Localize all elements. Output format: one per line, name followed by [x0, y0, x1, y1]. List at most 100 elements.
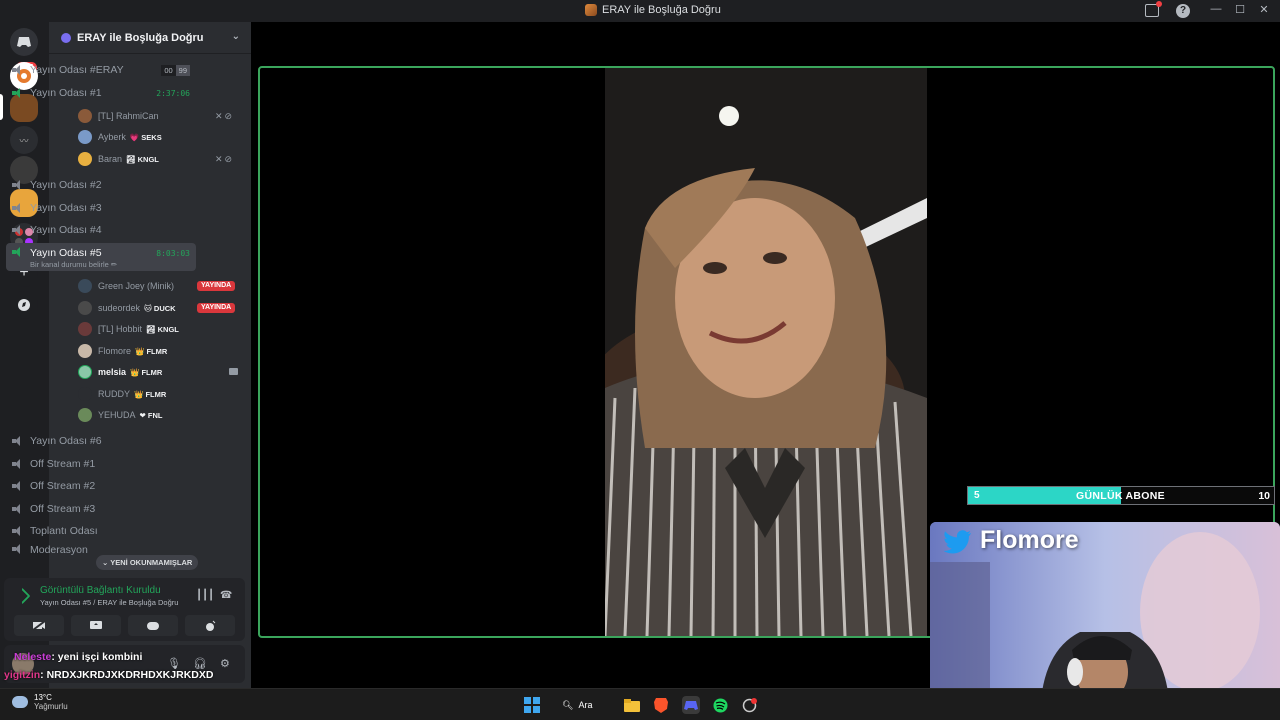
channel-toplanti[interactable]: Toplantı Odası — [6, 521, 196, 541]
maximize-button[interactable]: ☐ — [1228, 3, 1252, 16]
voice-user[interactable]: sudeordek 🐱 DUCK — [78, 299, 176, 317]
search-icon: 🔍︎ — [562, 699, 574, 710]
cloud-icon — [12, 696, 28, 708]
channel-timer: 8:03:03 — [156, 249, 190, 258]
live-badge: YAYINDA — [197, 303, 236, 313]
boost-icon — [61, 32, 71, 43]
weather-widget[interactable]: 13°C Yağmurlu — [12, 693, 68, 711]
close-button[interactable]: ✕ — [1252, 3, 1276, 16]
streamer-handle: Flomore — [980, 526, 1079, 554]
participant-video[interactable] — [605, 68, 927, 636]
spotify-icon[interactable] — [711, 696, 729, 714]
channel-yayin-eray[interactable]: Yayın Odası #ERAY 00 99 — [6, 60, 196, 80]
minimize-button[interactable]: — — [1204, 3, 1228, 16]
speaker-icon — [12, 203, 24, 213]
channel-yayin-5[interactable]: Yayın Odası #5 8:03:03 Bir kanal durumu … — [6, 243, 196, 271]
inbox-icon[interactable] — [1145, 1, 1162, 17]
disconnect-icon[interactable]: ☎ — [220, 590, 232, 601]
sub-goal-bar: 5 GÜNLÜK ABONE 10 — [967, 486, 1275, 505]
chevron-down-icon: ⌄ — [231, 31, 240, 42]
sub-goal-current: 5 — [974, 490, 980, 501]
channel-off-stream-3[interactable]: Off Stream #3 — [6, 499, 196, 519]
voice-user[interactable]: Green Joey (Minik) — [78, 277, 174, 295]
avatar — [78, 109, 92, 123]
camera-icon — [229, 368, 238, 375]
new-unreads-button[interactable]: ⌄ YENİ OKUNMAMIŞLAR — [96, 555, 199, 570]
sub-goal-target: 10 — [1258, 490, 1270, 502]
discord-taskbar-icon[interactable] — [682, 696, 700, 714]
speaker-icon — [12, 180, 24, 190]
live-badge: YAYINDA — [197, 281, 236, 291]
direct-messages-button[interactable] — [10, 28, 38, 56]
sub-goal-label: GÜNLÜK ABONE — [1076, 490, 1165, 502]
voice-user-speaking[interactable]: melsia 👑 FLMR — [78, 363, 162, 381]
channel-yayin-1[interactable]: Yayın Odası #1 2:37:06 — [6, 83, 196, 103]
speaker-icon — [12, 436, 24, 446]
taskbar-search[interactable]: 🔍︎ Ara — [562, 696, 592, 714]
taskbar: 13°C Yağmurlu 🔍︎ Ara — [0, 688, 1280, 720]
avatar — [78, 130, 92, 144]
windows-start-icon[interactable] — [523, 696, 541, 714]
selected-server-pill — [0, 94, 3, 120]
channel-status[interactable]: Bir kanal durumu belirle ✏ — [30, 260, 117, 269]
connection-location[interactable]: Yayın Odası #5 / ERAY ile Boşluğa Doğru — [40, 598, 178, 607]
voice-user[interactable]: RUDDY 👑 FLMR — [78, 385, 166, 403]
channel-off-stream-2[interactable]: Off Stream #2 — [6, 476, 196, 496]
camera-off-button[interactable] — [14, 615, 64, 636]
avatar — [78, 365, 92, 379]
voice-user[interactable]: [TL] Hobbit 🏞 KNGL — [78, 320, 179, 338]
gear-icon[interactable]: ⚙ — [220, 657, 230, 670]
avatar — [78, 152, 92, 166]
camera-slash-icon — [32, 620, 46, 631]
soundboard-button[interactable] — [185, 615, 235, 636]
speaker-icon — [12, 544, 24, 554]
title-bar: ERAY ile Boşluğa Doğru ? — ☐ ✕ — [0, 0, 1280, 22]
gamepad-icon — [147, 621, 159, 630]
muted-icon: ✕⊘ — [215, 111, 235, 121]
screen-share-button[interactable] — [71, 615, 121, 636]
file-explorer-icon[interactable] — [623, 696, 641, 714]
avatar — [78, 301, 92, 315]
channel-yayin-2[interactable]: Yayın Odası #2 — [6, 175, 196, 195]
weather-condition: Yağmurlu — [34, 702, 68, 711]
channel-yayin-6[interactable]: Yayın Odası #6 — [6, 431, 196, 451]
channel-timer: 2:37:06 — [156, 88, 190, 98]
discover-icon[interactable] — [10, 291, 38, 319]
avatar — [78, 387, 92, 401]
speaker-icon — [12, 247, 24, 257]
chat-message: Neleste: yeni işçi kombini — [14, 651, 143, 663]
connection-status[interactable]: Görüntülü Bağlantı Kuruldu — [40, 585, 161, 596]
channel-yayin-3[interactable]: Yayın Odası #3 — [6, 198, 196, 218]
channel-yayin-4[interactable]: Yayın Odası #4 — [6, 220, 196, 240]
app-icon[interactable] — [740, 696, 758, 714]
voice-user[interactable]: [TL] RahmiCan — [78, 107, 159, 125]
help-icon[interactable]: ? — [1176, 4, 1190, 18]
user-limit: 00 99 — [161, 64, 190, 76]
temperature: 13°C — [34, 693, 52, 702]
avatar — [78, 408, 92, 422]
chat-message: yigitzin: NRDXJKRDJXKDRHDXKJRKDXD — [4, 669, 214, 681]
soundboard-icon — [206, 620, 216, 631]
channel-off-stream-1[interactable]: Off Stream #1 — [6, 454, 196, 474]
voice-user[interactable]: Baran 🏞 KNGL — [78, 150, 159, 168]
voice-user[interactable]: Ayberk 💗 SEKS — [78, 128, 162, 146]
speaker-icon — [12, 526, 24, 536]
voice-connected-panel: Görüntülü Bağlantı Kuruldu Yayın Odası #… — [4, 578, 245, 641]
avatar — [78, 344, 92, 358]
server-icon-3[interactable]: 〰 — [10, 126, 38, 154]
screen-share-icon — [90, 621, 102, 629]
muted-icon: ✕⊘ — [215, 154, 235, 164]
noise-suppression-icon[interactable]: ┃┃┃ — [196, 590, 214, 601]
twitter-icon — [942, 530, 972, 561]
window-title: ERAY ile Boşluğa Doğru — [585, 4, 721, 16]
server-header[interactable]: ERAY ile Boşluğa Doğru ⌄ — [49, 22, 252, 54]
speaker-icon — [12, 65, 24, 75]
voice-user[interactable]: Flomore 👑 FLMR — [78, 342, 167, 360]
brave-browser-icon[interactable] — [652, 696, 670, 714]
signal-icon[interactable] — [13, 587, 31, 605]
voice-user[interactable]: YEHUDA ❤ FNL — [78, 406, 162, 424]
activities-button[interactable] — [128, 615, 178, 636]
speaker-icon — [12, 504, 24, 514]
speaker-icon — [12, 225, 24, 235]
speaker-icon — [12, 459, 24, 469]
